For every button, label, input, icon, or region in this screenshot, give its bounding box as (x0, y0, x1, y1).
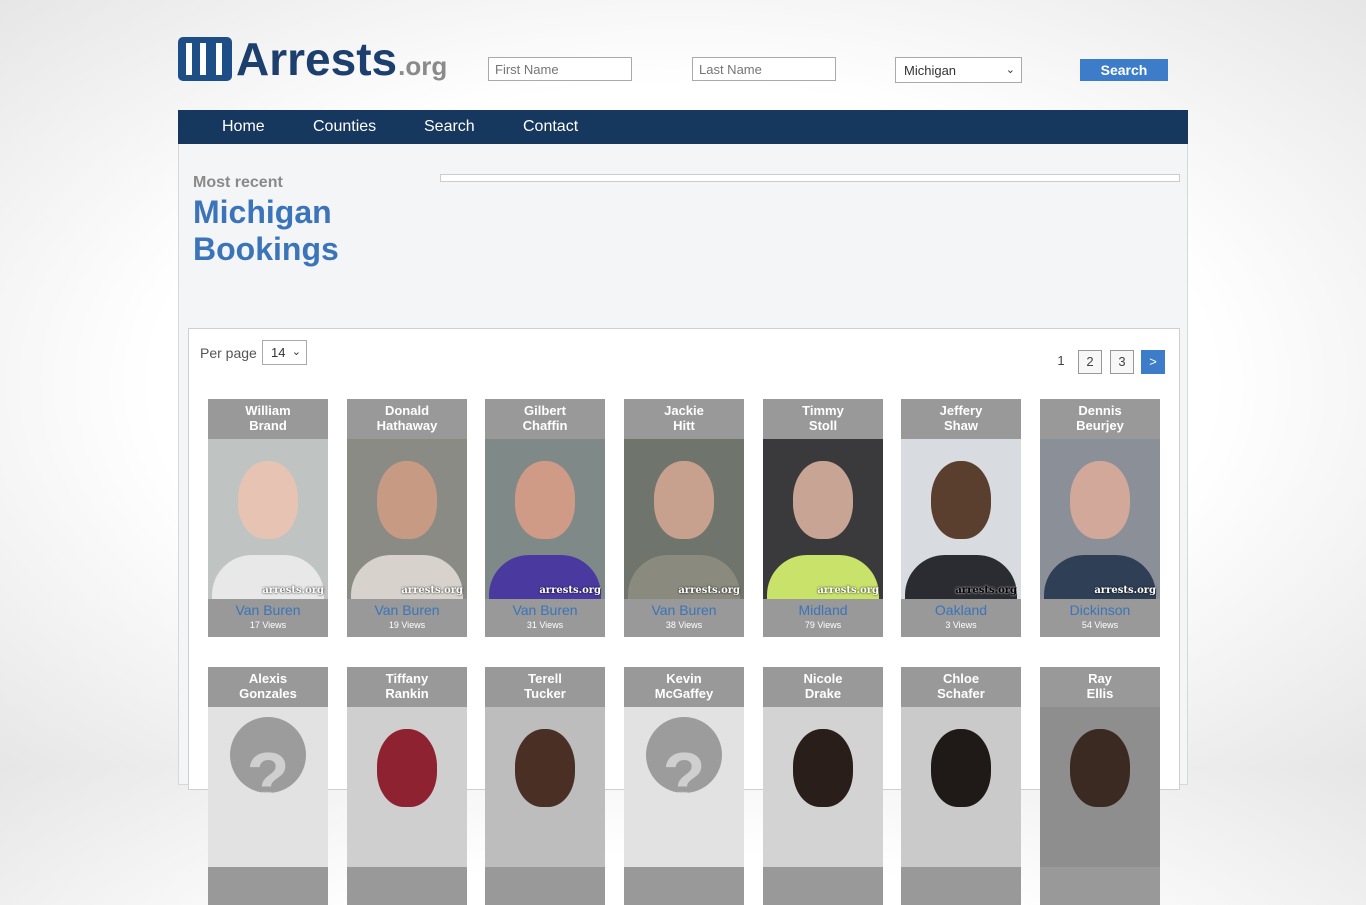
chevron-down-icon: ⌄ (1005, 64, 1015, 76)
booking-name: Dennis Beurjey (1076, 403, 1124, 433)
booking-views: 31 Views (526, 620, 564, 630)
mugshot-photo[interactable] (485, 707, 605, 867)
booking-county-link[interactable]: Van Buren (208, 602, 328, 618)
booking-name: Nicole Drake (803, 671, 843, 701)
photo-watermark: arrests.org (401, 585, 463, 596)
question-mark-icon: ? (646, 717, 722, 793)
mugshot-photo[interactable]: arrests.org (763, 439, 883, 599)
booking-card[interactable]: Jeffery Shaw arrests.org Oakland 3 Views (901, 399, 1021, 637)
per-page-label: Per page (200, 345, 257, 361)
mugshot-photo[interactable]: arrests.org (208, 439, 328, 599)
booking-card[interactable]: Timmy Stoll arrests.org Midland 79 Views (763, 399, 883, 637)
booking-county-link[interactable]: Oakland (901, 602, 1021, 618)
page-1[interactable]: 1 (1049, 350, 1073, 374)
booking-card[interactable]: Kevin McGaffey ? (624, 667, 744, 905)
booking-card[interactable]: Alexis Gonzales ? (208, 667, 328, 905)
mugshot-photo[interactable] (1040, 707, 1160, 867)
nav-home[interactable]: Home (222, 118, 265, 136)
photo-watermark: arrests.org (1094, 585, 1156, 596)
booking-name: Jeffery Shaw (939, 403, 983, 433)
state-select-value: Michigan (904, 62, 957, 78)
logo-suffix: .org (398, 50, 448, 81)
mugshot-photo[interactable]: arrests.org (901, 439, 1021, 599)
mugshot-photo[interactable] (763, 707, 883, 867)
mugshot-photo[interactable] (347, 707, 467, 867)
photo-watermark: arrests.org (539, 585, 601, 596)
booking-name: Tiffany Rankin (385, 671, 429, 701)
handcuffs-icon (178, 37, 232, 81)
site-logo[interactable]: Arrests .org (178, 34, 447, 84)
booking-name: William Brand (245, 403, 291, 433)
booking-county-link[interactable]: Van Buren (347, 602, 467, 618)
ad-placeholder (440, 174, 1180, 182)
booking-views: 54 Views (1081, 620, 1119, 630)
search-button[interactable]: Search (1080, 59, 1168, 81)
booking-card[interactable]: Tiffany Rankin (347, 667, 467, 905)
page-3[interactable]: 3 (1110, 350, 1134, 374)
main-nav: Home Counties Search Contact (178, 110, 1188, 144)
booking-card[interactable]: William Brand arrests.org Van Buren 17 Vi… (208, 399, 328, 637)
page-title-line1: Michigan (193, 194, 332, 230)
booking-name: Ray Ellis (1086, 671, 1114, 701)
page-2[interactable]: 2 (1078, 350, 1102, 374)
per-page-value: 14 (271, 345, 286, 360)
booking-views: 38 Views (665, 620, 703, 630)
no-photo-placeholder[interactable]: ? (624, 707, 744, 867)
mugshot-photo[interactable]: arrests.org (485, 439, 605, 599)
booking-county-link[interactable]: Dickinson (1040, 602, 1160, 618)
mugshot-photo[interactable]: arrests.org (1040, 439, 1160, 599)
chevron-down-icon: ⌄ (291, 346, 301, 358)
booking-name: Donald Hathaway (376, 403, 438, 433)
nav-contact[interactable]: Contact (523, 118, 578, 136)
mugshot-photo[interactable]: arrests.org (624, 439, 744, 599)
booking-name: Timmy Stoll (802, 403, 844, 433)
booking-name: Jackie Hitt (664, 403, 704, 433)
logo-text: Arrests (236, 33, 398, 85)
page-subtitle: Most recent (193, 174, 283, 191)
no-photo-placeholder[interactable]: ? (208, 707, 328, 867)
booking-name: Alexis Gonzales (239, 671, 297, 701)
booking-views: 19 Views (388, 620, 426, 630)
state-select[interactable]: Michigan ⌄ (895, 57, 1022, 83)
page-title-line2: Bookings (193, 231, 339, 267)
booking-views: 17 Views (249, 620, 287, 630)
main-content: Most recent Michigan Bookings Per page 1… (178, 144, 1188, 905)
booking-views: 3 Views (945, 620, 977, 630)
next-page-button[interactable]: > (1141, 350, 1165, 374)
page-title: Michigan Bookings (193, 194, 339, 268)
booking-card[interactable]: Chloe Schafer (901, 667, 1021, 905)
booking-card[interactable]: Dennis Beurjey arrests.org Dickinson 54 V… (1040, 399, 1160, 637)
photo-watermark: arrests.org (262, 585, 324, 596)
booking-card[interactable]: Donald Hathaway arrests.org Van Buren 19 … (347, 399, 467, 637)
photo-watermark: arrests.org (955, 585, 1017, 596)
nav-search[interactable]: Search (424, 118, 475, 136)
question-mark-icon: ? (230, 717, 306, 793)
booking-county-link[interactable]: Van Buren (624, 602, 744, 618)
booking-card[interactable]: Nicole Drake (763, 667, 883, 905)
booking-county-link[interactable]: Midland (763, 602, 883, 618)
booking-card[interactable]: Jackie Hitt arrests.org Van Buren 38 View… (624, 399, 744, 637)
last-name-input[interactable] (692, 57, 836, 81)
booking-name: Gilbert Chaffin (522, 403, 568, 433)
first-name-input[interactable] (488, 57, 632, 81)
booking-county-link[interactable]: Van Buren (485, 602, 605, 618)
booking-card[interactable]: Gilbert Chaffin arrests.org Van Buren 31 … (485, 399, 605, 637)
mugshot-photo[interactable]: arrests.org (347, 439, 467, 599)
bookings-list: Per page 14 ⌄ 1 2 3 > William Brand arres… (188, 328, 1180, 905)
nav-counties[interactable]: Counties (313, 118, 376, 136)
booking-name: Terell Tucker (524, 671, 566, 701)
per-page-select[interactable]: 14 ⌄ (262, 340, 307, 365)
photo-watermark: arrests.org (678, 585, 740, 596)
booking-card[interactable]: Ray Ellis (1040, 667, 1160, 905)
booking-name: Chloe Schafer (937, 671, 985, 701)
booking-views: 79 Views (804, 620, 842, 630)
booking-card[interactable]: Terell Tucker (485, 667, 605, 905)
photo-watermark: arrests.org (817, 585, 879, 596)
mugshot-photo[interactable] (901, 707, 1021, 867)
booking-name: Kevin McGaffey (654, 671, 714, 701)
